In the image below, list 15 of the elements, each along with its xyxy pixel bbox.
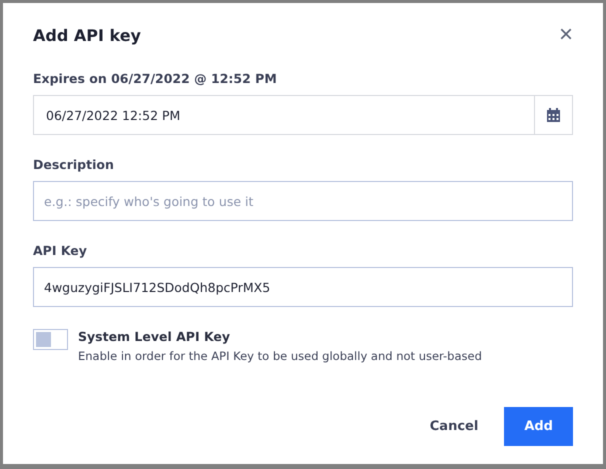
toggle-label: System Level API Key [78, 329, 232, 344]
toggle-switch[interactable] [33, 329, 68, 350]
calendar-icon [547, 108, 560, 122]
close-button[interactable]: × [558, 25, 573, 45]
cancel-button[interactable]: Cancel [430, 407, 478, 446]
calendar-button[interactable] [534, 95, 573, 135]
field-label: API Key [33, 243, 88, 258]
field-label: Expires on 06/27/2022 @ 12:52 PM [33, 71, 278, 86]
description-field[interactable]: e.g.: specify who's going to use it [34, 182, 572, 220]
add-button[interactable]: Add [504, 407, 573, 446]
api-key-field[interactable]: 4wguzygiFJSLI712SDodQh8pcPrMX5 [34, 268, 572, 306]
dialog-title: Add API key [33, 26, 141, 44]
field-label: Description [33, 157, 115, 172]
date-field[interactable]: 06/27/2022 12:52 PM [33, 95, 534, 135]
toggle-hint: Enable in order for the API Key to be used globally and not user-based [78, 349, 482, 363]
